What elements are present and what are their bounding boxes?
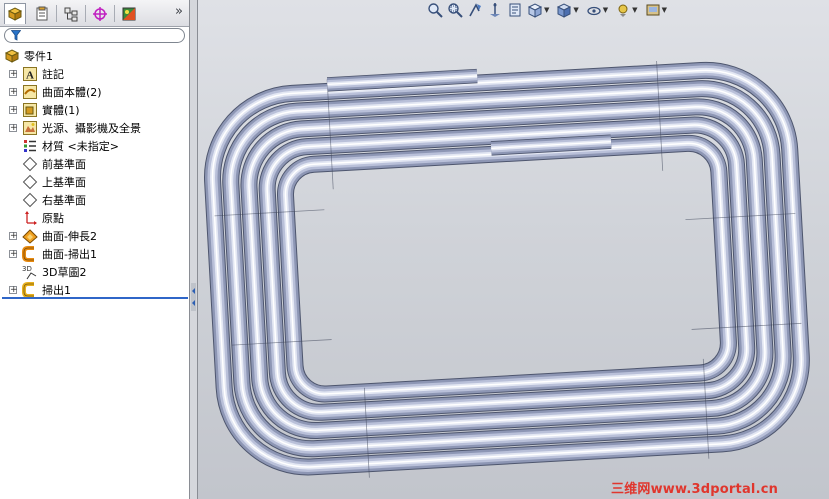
expand-toggle-icon[interactable]: +: [9, 232, 18, 241]
apply-scene-dropdown-icon[interactable]: ▼: [662, 6, 667, 14]
graphics-area[interactable]: ▼ ▼ ▼ ▼ ▼ 三维网www.3dportal.cn: [198, 0, 829, 499]
section-view-icon[interactable]: [486, 1, 504, 19]
feature-tree-filter[interactable]: [4, 28, 185, 43]
tree-item-label: 上基準面: [42, 176, 86, 189]
expand-toggle-icon[interactable]: +: [9, 124, 18, 133]
annotation-icon: A: [22, 66, 38, 82]
expand-toggle-icon[interactable]: +: [9, 286, 18, 295]
display-style-dropdown-icon[interactable]: ▼: [573, 6, 578, 14]
dynamic-annotation-icon[interactable]: [506, 1, 524, 19]
tree-item-label: 前基準面: [42, 158, 86, 171]
material-icon: [22, 138, 38, 154]
tree-item-label: 原點: [42, 212, 64, 225]
edit-appearance-icon[interactable]: [614, 1, 632, 19]
tree-root-label: 零件1: [24, 50, 53, 63]
view-orientation-icon[interactable]: [526, 1, 544, 19]
tree-item-label: 光源、攝影機及全景: [42, 122, 141, 135]
hide-show-dropdown-icon[interactable]: ▼: [603, 6, 608, 14]
feature-manager-panel: » 零件1 + A 註記 + 曲面本體(2) + 實體(1) + 光源、攝影機及全景 材質 <未指…: [0, 0, 190, 499]
surface-bodies-icon: [22, 84, 38, 100]
tree-item-label: 實體(1): [42, 104, 80, 117]
more-tabs-chevron-icon[interactable]: »: [175, 4, 183, 19]
rollback-bar[interactable]: [2, 297, 188, 299]
plane-icon: [22, 174, 38, 190]
zoom-to-fit-icon[interactable]: [426, 1, 444, 19]
display-manager-tab[interactable]: [118, 3, 140, 24]
solid-bodies-icon: [22, 102, 38, 118]
lights-cameras-icon: [22, 120, 38, 136]
configuration-manager-tab[interactable]: [60, 3, 82, 24]
property-manager-tab[interactable]: [31, 3, 53, 24]
tree-item[interactable]: 原點: [22, 209, 64, 227]
tree-item[interactable]: 曲面-伸長2: [22, 227, 97, 245]
svg-text:3D: 3D: [22, 265, 32, 273]
tree-item-label: 曲面本體(2): [42, 86, 102, 99]
watermark-text: 三维网www.3dportal.cn: [611, 482, 779, 497]
swept-coil-model[interactable]: [198, 0, 829, 499]
tree-item-label: 曲面-伸長2: [42, 230, 97, 243]
tree-item-label: 曲面-掃出1: [42, 248, 97, 261]
3d-sketch-icon: 3D: [22, 264, 38, 280]
previous-view-icon[interactable]: [466, 1, 484, 19]
tree-item[interactable]: 上基準面: [22, 173, 86, 191]
zoom-to-area-icon[interactable]: [446, 1, 464, 19]
apply-scene-icon[interactable]: [644, 1, 662, 19]
tree-item[interactable]: 實體(1): [22, 101, 80, 119]
tree-item[interactable]: 曲面-掃出1: [22, 245, 97, 263]
plane-icon: [22, 156, 38, 172]
display-manager-icon: [122, 7, 136, 20]
tube-loop[interactable]: [284, 142, 730, 396]
svg-text:A: A: [26, 70, 34, 82]
collapse-panel-arrow-icon[interactable]: [191, 283, 196, 311]
tube-loop[interactable]: [278, 135, 736, 402]
dimxpert-icon: [93, 6, 107, 21]
tree-item-label: 右基準面: [42, 194, 86, 207]
property-manager-icon: [36, 6, 48, 20]
tree-item[interactable]: 光源、攝影機及全景: [22, 119, 141, 137]
hide-show-items-icon[interactable]: [585, 1, 603, 19]
expand-toggle-icon[interactable]: +: [9, 88, 18, 97]
tube-loop[interactable]: [280, 138, 734, 399]
tree-item[interactable]: 右基準面: [22, 191, 86, 209]
surface-extrude-icon: [22, 228, 38, 244]
heads-up-view-toolbar: ▼ ▼ ▼ ▼ ▼: [426, 0, 673, 20]
tree-item[interactable]: A 註記: [22, 65, 64, 83]
tree-item[interactable]: 材質 <未指定>: [22, 137, 119, 155]
surface-sweep-icon: [22, 246, 38, 262]
filter-icon: [11, 30, 21, 41]
tree-root-part[interactable]: 零件1: [4, 47, 53, 65]
plane-icon: [22, 192, 38, 208]
part-icon: [4, 48, 20, 64]
expand-toggle-icon[interactable]: +: [9, 250, 18, 259]
tree-item-label: 註記: [42, 68, 64, 81]
tree-item-label: 掃出1: [42, 284, 71, 297]
dimxpert-tab[interactable]: [89, 3, 111, 24]
origin-icon: [22, 210, 38, 226]
expand-toggle-icon[interactable]: +: [9, 106, 18, 115]
view-orientation-dropdown-icon[interactable]: ▼: [544, 6, 549, 14]
feature-manager-icon: [7, 7, 23, 21]
tree-item-label: 3D草圖2: [42, 266, 87, 279]
tube-loop[interactable]: [283, 140, 731, 397]
tree-item[interactable]: 3D 3D草圖2: [22, 263, 86, 281]
tube-loop[interactable]: [277, 134, 737, 403]
display-style-icon[interactable]: [555, 1, 573, 19]
tree-item-label: 材質 <未指定>: [42, 140, 119, 153]
tree-item[interactable]: 曲面本體(2): [22, 83, 102, 101]
edit-appearance-dropdown-icon[interactable]: ▼: [632, 6, 637, 14]
panel-tab-bar: »: [0, 0, 189, 27]
sweep-icon: [22, 282, 38, 298]
tree-item[interactable]: 前基準面: [22, 155, 86, 173]
feature-manager-tab[interactable]: [4, 3, 26, 24]
configuration-manager-icon: [64, 7, 78, 21]
expand-toggle-icon[interactable]: +: [9, 70, 18, 79]
panel-splitter[interactable]: [190, 0, 198, 499]
